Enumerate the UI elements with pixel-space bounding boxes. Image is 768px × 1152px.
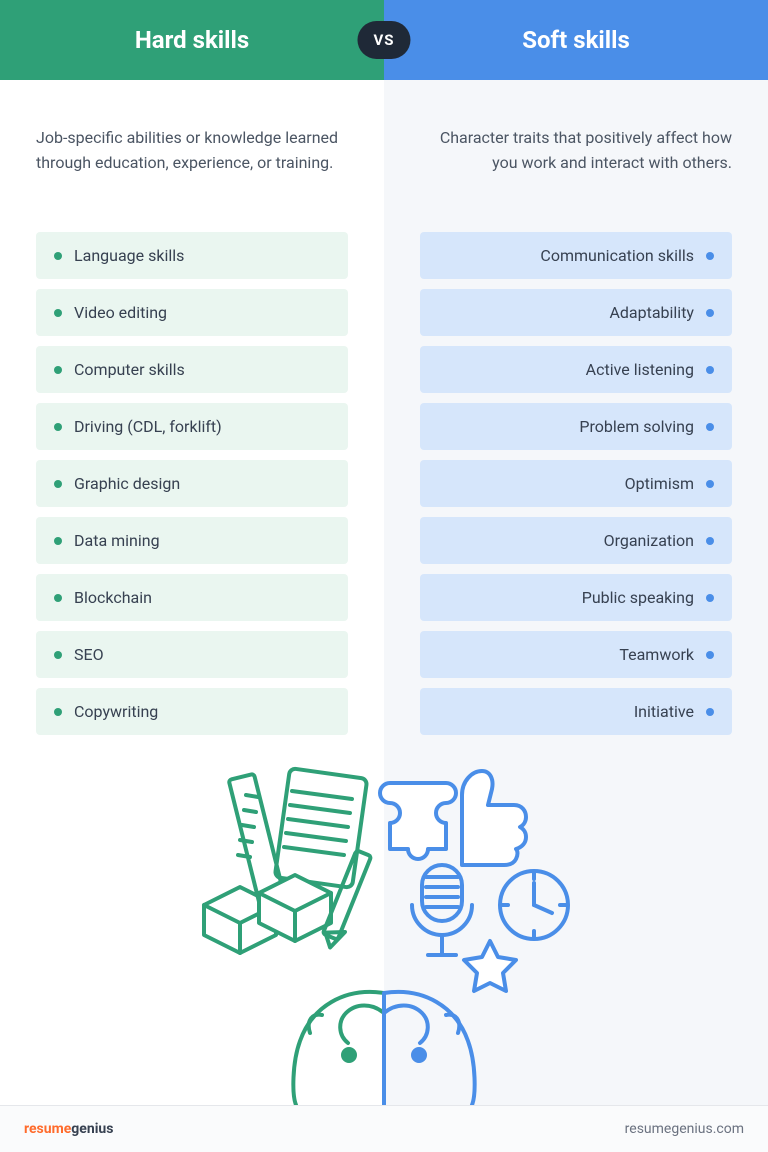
bullet-icon: [54, 423, 62, 431]
hard-skill-item: Blockchain: [36, 574, 348, 621]
bullet-icon: [54, 708, 62, 716]
footer-url: resumegenius.com: [625, 1121, 744, 1137]
header-left-title: Hard skills: [135, 26, 249, 54]
header: Hard skills Soft skills VS: [0, 0, 768, 80]
bullet-icon: [706, 537, 714, 545]
bullet-icon: [706, 594, 714, 602]
soft-skill-label: Active listening: [586, 360, 694, 379]
soft-skill-label: Optimism: [625, 474, 694, 493]
hard-skill-label: Copywriting: [74, 702, 158, 721]
bullet-icon: [54, 594, 62, 602]
soft-skill-item: Problem solving: [420, 403, 732, 450]
soft-skill-item: Public speaking: [420, 574, 732, 621]
hard-skill-item: Video editing: [36, 289, 348, 336]
bullet-icon: [706, 480, 714, 488]
hard-skills-description: Job-specific abilities or knowledge lear…: [36, 126, 348, 204]
soft-skill-label: Adaptability: [609, 303, 694, 322]
hard-skill-item: SEO: [36, 631, 348, 678]
bullet-icon: [54, 480, 62, 488]
soft-skill-item: Adaptability: [420, 289, 732, 336]
soft-skill-label: Problem solving: [579, 417, 694, 436]
soft-skill-label: Initiative: [634, 702, 694, 721]
hard-skill-label: Data mining: [74, 531, 160, 550]
soft-skills-description: Character traits that positively affect …: [420, 126, 732, 204]
vs-badge: VS: [357, 21, 410, 59]
bullet-icon: [706, 366, 714, 374]
soft-skill-item: Communication skills: [420, 232, 732, 279]
bullet-icon: [54, 309, 62, 317]
bullet-icon: [54, 252, 62, 260]
soft-skill-label: Teamwork: [619, 645, 694, 664]
brand-part-a: resume: [24, 1121, 71, 1137]
header-hard-skills: Hard skills: [0, 0, 384, 80]
bullet-icon: [706, 708, 714, 716]
hard-skills-list: Language skills Video editing Computer ski…: [36, 232, 348, 735]
hard-skill-label: Driving (CDL, forklift): [74, 417, 222, 436]
hard-skill-label: Computer skills: [74, 360, 185, 379]
hard-skill-label: SEO: [74, 645, 104, 664]
hard-skill-item: Copywriting: [36, 688, 348, 735]
soft-skill-label: Organization: [604, 531, 694, 550]
soft-skill-item: Teamwork: [420, 631, 732, 678]
bullet-icon: [54, 366, 62, 374]
hard-skill-label: Graphic design: [74, 474, 180, 493]
soft-skill-label: Public speaking: [582, 588, 694, 607]
hard-skill-item: Computer skills: [36, 346, 348, 393]
hard-skill-label: Blockchain: [74, 588, 152, 607]
bullet-icon: [706, 252, 714, 260]
hard-skill-item: Graphic design: [36, 460, 348, 507]
soft-skills-column: Character traits that positively affect …: [384, 80, 768, 1105]
brand-part-b: genius: [71, 1121, 113, 1137]
hard-skill-label: Language skills: [74, 246, 184, 265]
hard-skill-item: Language skills: [36, 232, 348, 279]
hard-skills-column: Job-specific abilities or knowledge lear…: [0, 80, 384, 1105]
bullet-icon: [706, 423, 714, 431]
bullet-icon: [54, 537, 62, 545]
bullet-icon: [706, 309, 714, 317]
hard-skill-item: Data mining: [36, 517, 348, 564]
hard-skill-label: Video editing: [74, 303, 167, 322]
vs-label: VS: [373, 31, 394, 49]
header-soft-skills: Soft skills: [384, 0, 768, 80]
soft-skill-item: Organization: [420, 517, 732, 564]
soft-skills-list: Communication skills Adaptability Active l…: [420, 232, 732, 735]
soft-skill-label: Communication skills: [540, 246, 694, 265]
brand-logo: resumegenius: [24, 1121, 113, 1137]
hard-skill-item: Driving (CDL, forklift): [36, 403, 348, 450]
header-right-title: Soft skills: [522, 26, 630, 54]
bullet-icon: [54, 651, 62, 659]
content: Job-specific abilities or knowledge lear…: [0, 80, 768, 1105]
soft-skill-item: Initiative: [420, 688, 732, 735]
footer: resumegenius resumegenius.com: [0, 1105, 768, 1152]
bullet-icon: [706, 651, 714, 659]
soft-skill-item: Active listening: [420, 346, 732, 393]
soft-skill-item: Optimism: [420, 460, 732, 507]
